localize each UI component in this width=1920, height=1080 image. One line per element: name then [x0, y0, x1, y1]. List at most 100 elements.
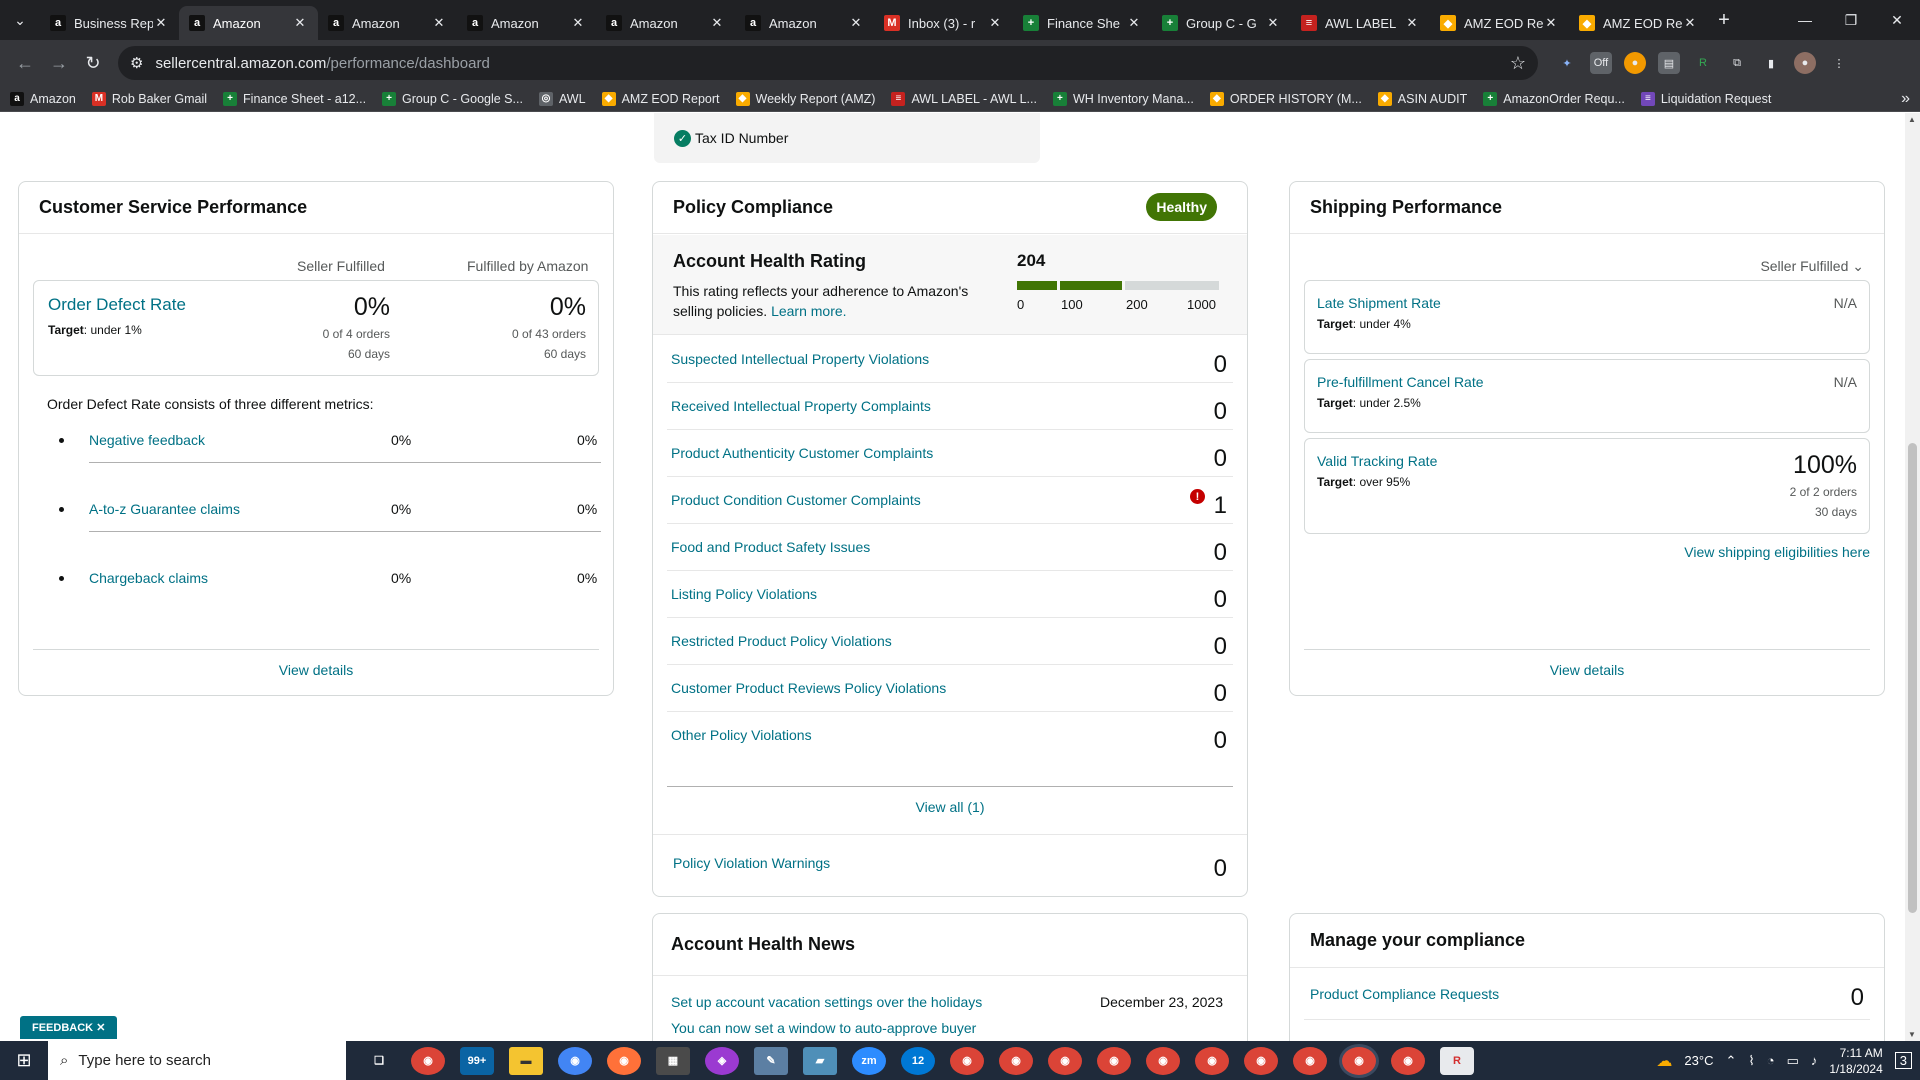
browser-tab[interactable]: ≡ AWL LABEL ✕	[1291, 6, 1430, 40]
learn-more-link[interactable]: Learn more.	[771, 303, 846, 319]
extension-icon[interactable]: ▤	[1658, 52, 1680, 74]
chrome-icon[interactable]: ◉	[999, 1046, 1033, 1075]
policy-link[interactable]: Product Condition Customer Complaints	[671, 492, 921, 508]
close-window-icon[interactable]: ✕	[1874, 0, 1920, 40]
close-tab-icon[interactable]: ✕	[292, 15, 308, 31]
wifi-icon[interactable]: ◔	[1767, 1053, 1775, 1068]
close-tab-icon[interactable]: ✕	[709, 15, 725, 31]
bookmark-item[interactable]: ◆ AMZ EOD Report	[601, 91, 720, 106]
menu-icon[interactable]: ⋮	[1828, 52, 1850, 74]
browser-tab[interactable]: + Finance She ✕	[1013, 6, 1152, 40]
bookmark-star-icon[interactable]: ☆	[1510, 53, 1526, 74]
app-icon[interactable]: R	[1440, 1046, 1474, 1075]
policy-warnings-link[interactable]: Policy Violation Warnings	[673, 855, 830, 871]
news-item-link[interactable]: Set up account vacation settings over th…	[671, 994, 982, 1010]
bookmark-item[interactable]: ◆ ORDER HISTORY (M...	[1209, 91, 1362, 106]
bookmark-item[interactable]: ◆ Weekly Report (AMZ)	[735, 91, 875, 106]
close-tab-icon[interactable]: ✕	[848, 15, 864, 31]
policy-link[interactable]: Product Authenticity Customer Complaints	[671, 445, 933, 461]
order-defect-rate-link[interactable]: Order Defect Rate	[48, 295, 186, 315]
compliance-requests-link[interactable]: Product Compliance Requests	[1310, 986, 1499, 1002]
close-tab-icon[interactable]: ✕	[570, 15, 586, 31]
extension-icon[interactable]: R	[1692, 52, 1714, 74]
policy-link[interactable]: Customer Product Reviews Policy Violatio…	[671, 680, 946, 696]
fulfillment-dropdown[interactable]: Seller Fulfilled ⌄	[1760, 258, 1864, 275]
bookmark-item[interactable]: ◎ AWL	[538, 91, 586, 106]
metric-link[interactable]: A-to-z Guarantee claims	[89, 501, 240, 517]
browser-tab[interactable]: a Amazon ✕	[735, 6, 874, 40]
file-explorer-icon[interactable]: ▬	[509, 1046, 543, 1075]
task-view-icon[interactable]: ❑	[362, 1047, 396, 1075]
chrome-icon[interactable]: ◉	[950, 1046, 984, 1075]
page-scrollbar[interactable]: ▲ ▼	[1905, 113, 1920, 1041]
bookmark-item[interactable]: + WH Inventory Mana...	[1052, 91, 1194, 106]
close-tab-icon[interactable]: ✕	[431, 15, 447, 31]
address-bar[interactable]: ⚙ sellercentral.amazon.com/performance/d…	[118, 46, 1538, 80]
policy-link[interactable]: Restricted Product Policy Violations	[671, 633, 892, 649]
extensions-puzzle-icon[interactable]: ⧉	[1726, 52, 1748, 74]
policy-link[interactable]: Received Intellectual Property Complaint…	[671, 398, 931, 414]
policy-link[interactable]: Listing Policy Violations	[671, 586, 817, 602]
chrome-icon[interactable]: ◉	[411, 1046, 445, 1075]
volume-icon[interactable]: ♪	[1811, 1053, 1818, 1068]
app-icon[interactable]: ✎	[754, 1046, 788, 1075]
close-tab-icon[interactable]: ✕	[1543, 15, 1559, 31]
firefox-icon[interactable]: ◉	[607, 1046, 641, 1075]
browser-tab[interactable]: a Amazon ✕	[179, 6, 318, 40]
back-icon[interactable]: ←	[8, 46, 42, 80]
browser-tab[interactable]: ◆ AMZ EOD Re ✕	[1430, 6, 1569, 40]
forward-icon[interactable]: →	[42, 46, 76, 80]
bookmark-item[interactable]: ≡ AWL LABEL - AWL L...	[891, 91, 1037, 106]
chrome-icon[interactable]: ◉	[1244, 1046, 1278, 1075]
close-tab-icon[interactable]: ✕	[987, 15, 1003, 31]
clock[interactable]: 7:11 AM 1/18/2024	[1829, 1045, 1882, 1077]
view-details-link[interactable]: View details	[1304, 649, 1870, 678]
policy-link[interactable]: Suspected Intellectual Property Violatio…	[671, 351, 929, 367]
bookmark-item[interactable]: ◆ ASIN AUDIT	[1377, 91, 1467, 106]
bookmark-item[interactable]: + Finance Sheet - a12...	[223, 91, 366, 106]
chrome-icon[interactable]: ◉	[1097, 1046, 1131, 1075]
chevron-up-icon[interactable]: ⌃	[1725, 1053, 1736, 1069]
taskbar-search[interactable]: ⌕ Type here to search	[48, 1041, 346, 1080]
site-info-icon[interactable]: ⚙	[130, 54, 143, 72]
zoom-icon[interactable]: zm	[852, 1046, 886, 1075]
close-tab-icon[interactable]: ✕	[153, 15, 169, 31]
shipping-metric-link[interactable]: Pre-fulfillment Cancel Rate	[1317, 374, 1484, 390]
feedback-button[interactable]: FEEDBACK ✕	[20, 1016, 118, 1039]
extension-icon[interactable]: ✦	[1556, 52, 1578, 74]
browser-tab[interactable]: ◆ AMZ EOD Re ✕	[1569, 6, 1708, 40]
chrome-icon[interactable]: ◉	[1293, 1046, 1327, 1075]
battery-icon[interactable]: ▭	[1787, 1053, 1799, 1069]
app-icon[interactable]: ◈	[705, 1046, 739, 1075]
chrome-icon[interactable]: ◉	[1391, 1046, 1425, 1075]
restore-icon[interactable]: ❐	[1828, 0, 1874, 40]
close-icon[interactable]: ✕	[96, 1022, 105, 1034]
chrome-icon[interactable]: ◉	[1342, 1046, 1376, 1075]
new-tab-icon[interactable]: +	[1708, 9, 1740, 32]
metric-link[interactable]: Chargeback claims	[89, 570, 208, 586]
close-tab-icon[interactable]: ✕	[1126, 15, 1142, 31]
browser-tab[interactable]: + Group C - G ✕	[1152, 6, 1291, 40]
network-icon[interactable]: ⌇	[1748, 1053, 1754, 1069]
minimize-icon[interactable]: —	[1782, 0, 1828, 40]
close-tab-icon[interactable]: ✕	[1265, 15, 1281, 31]
view-all-link[interactable]: View all (1)	[667, 786, 1233, 815]
chrome-icon[interactable]: ◉	[1146, 1046, 1180, 1075]
extension-icon[interactable]: ●	[1624, 52, 1646, 74]
extension-off-icon[interactable]: Off	[1590, 52, 1612, 74]
bookmark-item[interactable]: a Amazon	[10, 91, 76, 106]
scrollbar-thumb[interactable]	[1908, 443, 1917, 913]
scroll-up-icon[interactable]: ▲	[1908, 115, 1916, 124]
notifications-icon[interactable]: 3	[1894, 1052, 1912, 1069]
chrome-icon[interactable]: ◉	[1048, 1046, 1082, 1075]
app-icon[interactable]: ▰	[803, 1046, 837, 1075]
chrome-icon[interactable]: ◉	[1195, 1046, 1229, 1075]
view-details-link[interactable]: View details	[33, 649, 599, 678]
bookmark-item[interactable]: M Rob Baker Gmail	[91, 91, 207, 106]
tab-search-icon[interactable]: ⌄	[0, 0, 40, 40]
bookmarks-overflow-icon[interactable]: »	[1901, 90, 1910, 108]
bookmark-item[interactable]: ≡ Liquidation Request	[1640, 91, 1771, 106]
calculator-icon[interactable]: ▦	[656, 1046, 690, 1075]
shipping-metric-link[interactable]: Late Shipment Rate	[1317, 295, 1441, 311]
shipping-eligibilities-link[interactable]: View shipping eligibilities here	[1684, 544, 1870, 560]
